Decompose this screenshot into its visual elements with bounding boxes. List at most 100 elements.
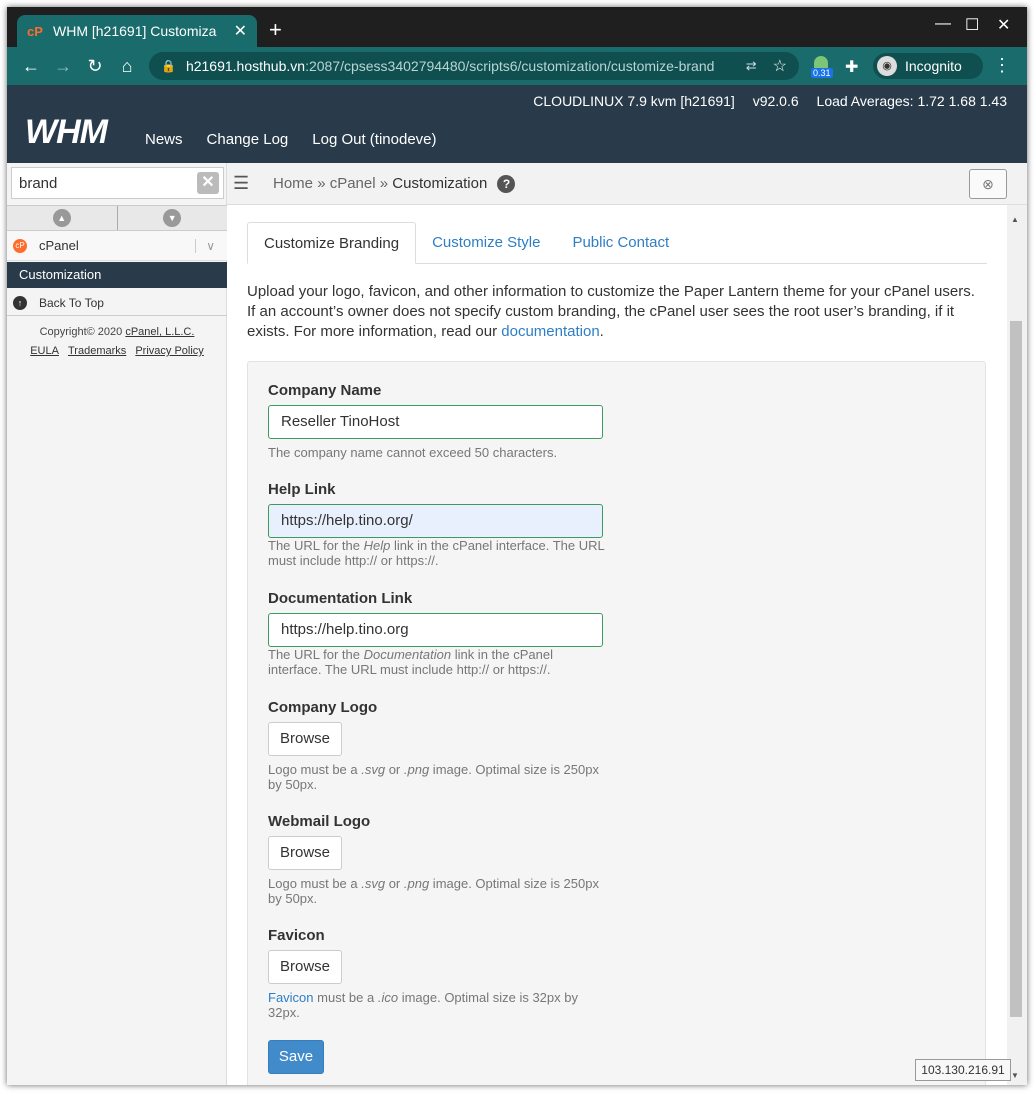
documentation-link-input[interactable]: https://help.tino.org (268, 613, 603, 647)
intro-text: Upload your logo, favicon, and other inf… (247, 282, 987, 342)
incognito-indicator[interactable]: ◉ Incognito (873, 53, 983, 79)
documentation-link-label: Documentation Link (268, 590, 413, 607)
extension-badge: 0.31 (811, 68, 833, 78)
copyright-text: Copyright© 2020 (39, 326, 126, 338)
collapse-all-button[interactable]: ▲ (7, 206, 118, 230)
help-link-input[interactable]: https://help.tino.org/ (268, 504, 603, 538)
toggle-sidebar-icon[interactable]: ☰ (233, 173, 261, 194)
documentation-link-group: Documentation Link https://help.tino.org… (268, 590, 608, 677)
nav-logout[interactable]: Log Out (tinodeve) (312, 131, 436, 148)
help-link-label: Help Link (268, 481, 336, 498)
breadcrumb-home[interactable]: Home (273, 175, 313, 192)
browser-window: cP WHM [h21691] Customiza ✕ + — ☐ ✕ ← → … (7, 7, 1027, 1085)
webmail-logo-group: Webmail Logo Browse Logo must be a .svg … (268, 813, 608, 906)
address-bar[interactable]: 🔒 h21691.hosthub.vn:2087/cpsess340279448… (149, 52, 799, 80)
tab-customize-style[interactable]: Customize Style (416, 222, 556, 263)
forward-arrow-icon[interactable]: → (47, 56, 79, 77)
nav-news[interactable]: News (145, 131, 183, 148)
sidebar: brand ✕ ▲ ▼ cP cPanel ∨ Customization ↑ … (7, 163, 227, 1085)
favicon-link[interactable]: Favicon (268, 990, 314, 1005)
arrow-up-icon: ↑ (13, 295, 27, 310)
url-path: :2087/cpsess3402794480/scripts6/customiz… (305, 58, 715, 74)
tab-public-contact[interactable]: Public Contact (556, 222, 685, 263)
lock-icon: 🔒 (161, 59, 176, 73)
company-logo-label: Company Logo (268, 699, 378, 716)
back-to-top-label: Back To Top (39, 295, 104, 310)
help-icon[interactable]: ? (497, 174, 516, 193)
favicon-label: Favicon (268, 927, 325, 944)
clear-search-icon[interactable]: ✕ (197, 172, 219, 194)
tab-title: WHM [h21691] Customiza (53, 23, 217, 39)
incognito-label: Incognito (905, 58, 962, 74)
url-host: h21691.hosthub.vn (185, 58, 306, 74)
company-logo-browse-button[interactable]: Browse (268, 722, 342, 756)
webmail-logo-hint: Logo must be a .svg or .png image. Optim… (268, 876, 599, 906)
support-lifebuoy-button[interactable]: ⊗ (969, 169, 1007, 199)
tab-close-icon[interactable]: ✕ (234, 21, 247, 41)
cpanel-icon: cP (13, 238, 27, 253)
eula-link[interactable]: EULA (30, 345, 59, 357)
reload-icon[interactable]: ↻ (79, 56, 111, 77)
translate-icon[interactable]: ⇄ (746, 58, 757, 74)
back-arrow-icon[interactable]: ← (15, 56, 47, 77)
favicon-hint: Favicon must be a .ico image. Optimal si… (268, 990, 578, 1020)
tab-customize-branding[interactable]: Customize Branding (247, 222, 417, 264)
webmail-logo-browse-button[interactable]: Browse (268, 836, 342, 870)
save-button[interactable]: Save (268, 1040, 324, 1074)
extensions-puzzle-icon[interactable]: ✚ (845, 57, 858, 77)
sidebar-search-input[interactable]: brand ✕ (11, 167, 224, 199)
documentation-link-hint: The URL for the Documentation link in th… (268, 647, 553, 677)
copyright: Copyright© 2020 cPanel, L.L.C. EULA Trad… (7, 323, 227, 361)
category-label: cPanel (39, 238, 79, 253)
back-to-top-link[interactable]: ↑ Back To Top (7, 290, 227, 316)
maximize-icon[interactable]: ☐ (965, 15, 979, 35)
company-name-hint: The company name cannot exceed 50 charac… (268, 445, 558, 460)
browser-menu-icon[interactable]: ⋮ (993, 55, 1011, 76)
help-link-group: Help Link https://help.tino.org/ The URL… (268, 481, 608, 568)
os-info: CLOUDLINUX 7.9 kvm [h21691] (533, 93, 735, 109)
expand-all-button[interactable]: ▼ (118, 206, 228, 230)
chevron-up-icon: ▲ (52, 209, 71, 227)
window-close-icon[interactable]: ✕ (997, 15, 1010, 35)
scrollbar-thumb[interactable] (1010, 321, 1022, 1017)
extension-icon[interactable]: 0.31 (811, 54, 833, 80)
trademarks-link[interactable]: Trademarks (68, 345, 126, 357)
tab-bar: Customize Branding Customize Style Publi… (247, 222, 987, 264)
breadcrumb-separator: » (317, 174, 326, 192)
breadcrumb-separator: » (379, 174, 389, 192)
favicon-browse-button[interactable]: Browse (268, 950, 342, 984)
scroll-down-arrow-icon[interactable]: ▼ (1011, 1071, 1019, 1080)
incognito-icon: ◉ (877, 56, 897, 76)
new-tab-icon[interactable]: + (269, 17, 282, 43)
company-logo-group: Company Logo Browse Logo must be a .svg … (268, 699, 608, 792)
whm-logo[interactable]: WHM (25, 113, 108, 152)
collapse-controls: ▲ ▼ (7, 205, 227, 231)
company-name-input[interactable]: Reseller TinoHost (268, 405, 603, 439)
favicon-group: Favicon Browse Favicon must be a .ico im… (268, 927, 608, 1020)
intro-end: . (599, 323, 604, 340)
bookmark-star-icon[interactable]: ☆ (773, 56, 787, 76)
chevron-down-icon: ▼ (163, 209, 182, 227)
scroll-up-arrow-icon[interactable]: ▲ (1011, 215, 1019, 224)
cpanel-favicon-icon: cP (27, 23, 43, 39)
breadcrumb-bar: ☰ Home » cPanel » Customization ? ⊗ (227, 163, 1027, 205)
search-value: brand (19, 174, 58, 192)
sidebar-item-customization[interactable]: Customization (7, 262, 227, 288)
nav-change-log[interactable]: Change Log (207, 131, 289, 148)
breadcrumb-cpanel[interactable]: cPanel (330, 175, 376, 192)
sidebar-category-cpanel[interactable]: cP cPanel ∨ (7, 231, 227, 261)
minimize-icon[interactable]: — (935, 15, 951, 33)
company-name-label: Company Name (268, 382, 382, 399)
documentation-link[interactable]: documentation (501, 323, 599, 340)
top-nav: News Change Log Log Out (tinodeve) (145, 131, 437, 148)
intro-body: Upload your logo, favicon, and other inf… (247, 283, 975, 340)
system-info: CLOUDLINUX 7.9 kvm [h21691] v92.0.6 Load… (519, 93, 1007, 109)
privacy-policy-link[interactable]: Privacy Policy (135, 345, 203, 357)
category-chevron-icon[interactable]: ∨ (195, 238, 215, 253)
help-link-hint: The URL for the Help link in the cPanel … (268, 538, 605, 568)
page-scrollbar[interactable]: ▲ ▼ (1007, 205, 1027, 1085)
browser-tab[interactable]: cP WHM [h21691] Customiza ✕ (17, 15, 257, 47)
webmail-logo-label: Webmail Logo (268, 813, 371, 830)
cpanel-company-link[interactable]: cPanel, L.L.C. (125, 326, 194, 338)
home-icon[interactable]: ⌂ (111, 56, 143, 77)
